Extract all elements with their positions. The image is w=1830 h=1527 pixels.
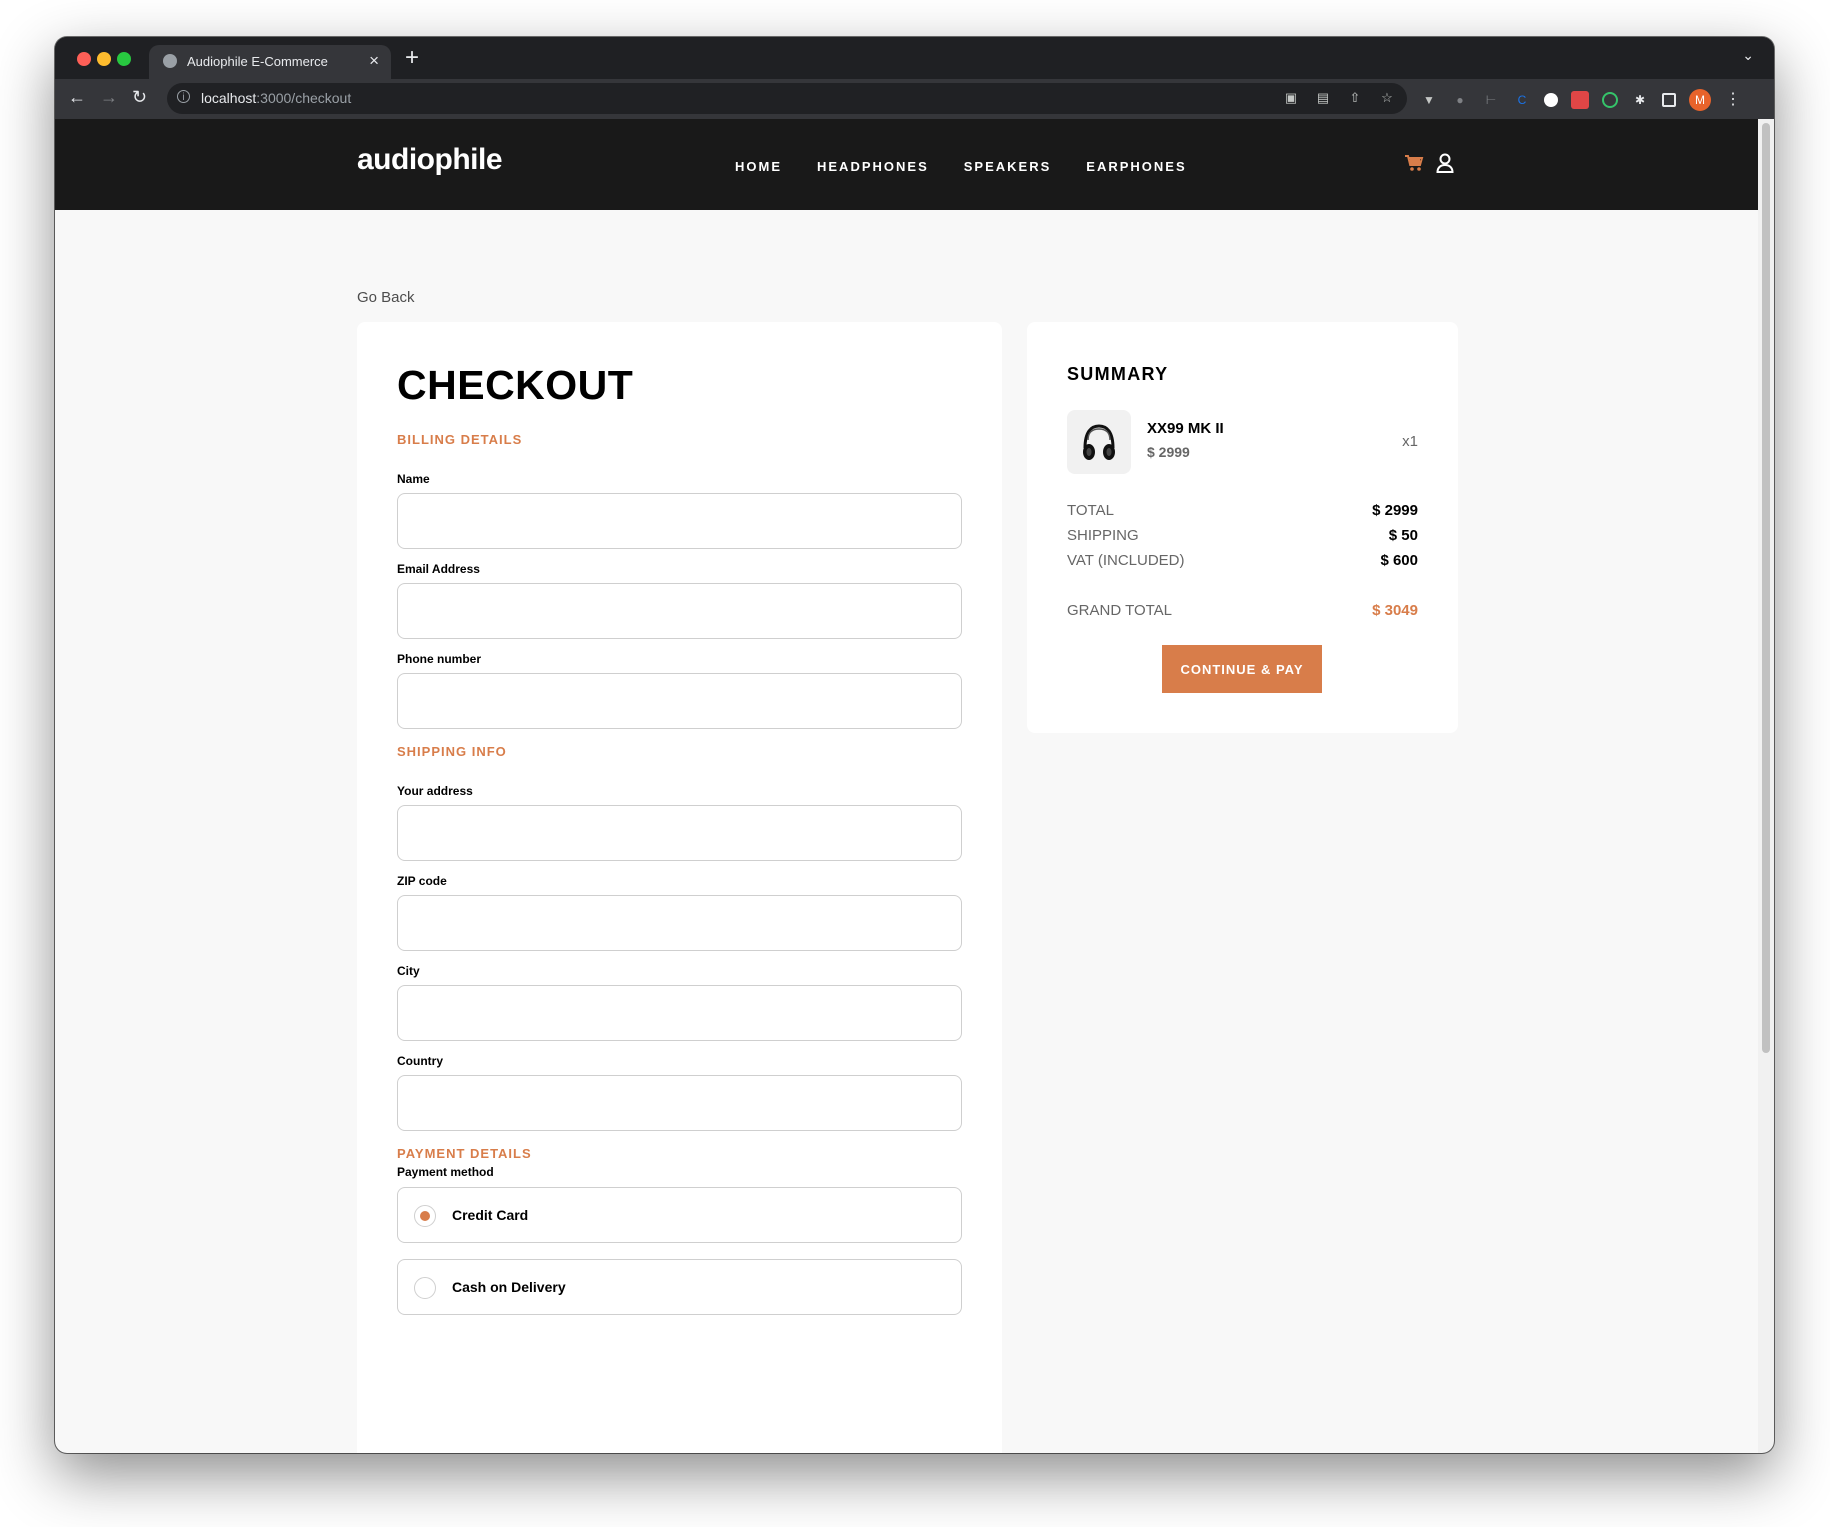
order-summary: SUMMARY XX99 MK II $ 2999 x1 TOTAL $ 299…: [1027, 322, 1458, 733]
tab-search-chevron-icon[interactable]: ⌄: [1742, 47, 1754, 64]
go-back-link[interactable]: Go Back: [357, 289, 415, 306]
zip-label: ZIP code: [397, 874, 447, 888]
red-extension-icon[interactable]: [1571, 91, 1589, 109]
credit-card-label: Credit Card: [452, 1207, 529, 1223]
payment-details-heading: PAYMENT DETAILS: [397, 1146, 532, 1161]
email-label: Email Address: [397, 562, 480, 576]
profile-avatar[interactable]: M: [1689, 89, 1711, 111]
back-arrow-icon[interactable]: ←: [68, 87, 86, 108]
vue-devtools-icon[interactable]: ▼: [1420, 91, 1438, 109]
translate-icon[interactable]: ▣: [1283, 90, 1299, 106]
phone-input[interactable]: [397, 673, 962, 729]
scrollbar-thumb[interactable]: [1762, 123, 1770, 1053]
summary-title: SUMMARY: [1067, 364, 1169, 384]
address-input[interactable]: [397, 805, 962, 861]
phone-label: Phone number: [397, 652, 482, 666]
name-label: Name: [397, 472, 430, 486]
grand-total-value: $ 3049: [1372, 602, 1418, 619]
country-input[interactable]: [397, 1075, 962, 1131]
product-thumbnail: [1067, 410, 1131, 474]
new-tab-button[interactable]: +: [405, 44, 419, 72]
name-input[interactable]: [397, 493, 962, 549]
zip-input[interactable]: [397, 895, 962, 951]
side-panel-icon[interactable]: [1662, 93, 1676, 107]
browser-tab[interactable]: Audiophile E-Commerce ×: [149, 45, 391, 79]
payment-method-label: Payment method: [397, 1165, 494, 1179]
item-price: $ 2999: [1147, 444, 1190, 460]
cart-icon[interactable]: [1404, 154, 1424, 177]
cash-on-delivery-label: Cash on Delivery: [452, 1279, 566, 1295]
c-extension-icon[interactable]: C: [1513, 91, 1531, 109]
shipping-value: $ 50: [1388, 527, 1418, 544]
tab-title: Audiophile E-Commerce: [187, 54, 328, 69]
shipping-label: SHIPPING: [1067, 527, 1139, 544]
user-icon[interactable]: [1436, 153, 1454, 178]
nav-speakers[interactable]: SPEAKERS: [964, 159, 1052, 174]
green-extension-icon[interactable]: [1602, 92, 1618, 108]
extensions-puzzle-icon[interactable]: ✱: [1631, 91, 1649, 109]
item-name: XX99 MK II: [1147, 420, 1224, 437]
vat-value: $ 600: [1380, 552, 1418, 569]
reload-icon[interactable]: ↻: [132, 87, 147, 108]
address-bar[interactable]: i localhost:3000/checkout ▣ ▤ ⇧ ☆: [167, 83, 1407, 114]
browser-toolbar: ← → ↻ i localhost:3000/checkout ▣ ▤ ⇧ ☆ …: [55, 79, 1774, 119]
page-scrollbar[interactable]: [1758, 119, 1774, 1453]
address-label: Your address: [397, 784, 473, 798]
cash-on-delivery-option[interactable]: Cash on Delivery: [397, 1259, 962, 1315]
close-tab-icon[interactable]: ×: [369, 51, 379, 71]
tab-strip: Audiophile E-Commerce × + ⌄: [55, 37, 1774, 79]
site-info-icon[interactable]: i: [177, 90, 190, 103]
checkout-form: CHECKOUT BILLING DETAILS Name Email Addr…: [357, 322, 1002, 1453]
nav-home[interactable]: HOME: [735, 159, 782, 174]
shipping-info-heading: SHIPPING INFO: [397, 744, 507, 759]
credit-card-option[interactable]: Credit Card: [397, 1187, 962, 1243]
browser-window: Audiophile E-Commerce × + ⌄ ← → ↻ i loca…: [55, 37, 1774, 1453]
bookmark-star-icon[interactable]: ☆: [1379, 90, 1395, 106]
continue-and-pay-button[interactable]: CONTINUE & PAY: [1162, 645, 1322, 693]
billing-details-heading: BILLING DETAILS: [397, 432, 523, 447]
share-icon[interactable]: ⇧: [1347, 90, 1363, 106]
forward-arrow-icon[interactable]: →: [100, 87, 118, 108]
checkout-title: CHECKOUT: [397, 362, 634, 408]
grand-total-label: GRAND TOTAL: [1067, 602, 1173, 619]
email-input[interactable]: [397, 583, 962, 639]
headphones-icon: [1083, 424, 1115, 460]
radio-unselected[interactable]: [414, 1277, 436, 1299]
main-nav: HOME HEADPHONES SPEAKERS EARPHONES: [735, 159, 1187, 174]
circle-extension-icon[interactable]: [1544, 93, 1558, 107]
city-label: City: [397, 964, 420, 978]
minimize-window-button[interactable]: [97, 52, 111, 66]
bracket-extension-icon[interactable]: ⊢: [1482, 91, 1500, 109]
card-icon[interactable]: ▤: [1315, 90, 1331, 106]
site-logo[interactable]: audiophile: [357, 143, 503, 177]
robot-extension-icon[interactable]: ●: [1451, 91, 1469, 109]
total-label: TOTAL: [1067, 502, 1114, 519]
country-label: Country: [397, 1054, 443, 1068]
globe-icon: [163, 54, 177, 68]
vat-label: VAT (INCLUDED): [1067, 552, 1185, 569]
nav-headphones[interactable]: HEADPHONES: [817, 159, 929, 174]
city-input[interactable]: [397, 985, 962, 1041]
close-window-button[interactable]: [77, 52, 91, 66]
maximize-window-button[interactable]: [117, 52, 131, 66]
radio-selected[interactable]: [414, 1205, 436, 1227]
url-text: localhost:3000/checkout: [201, 90, 352, 106]
kebab-menu-icon[interactable]: ⋮: [1724, 91, 1742, 109]
nav-earphones[interactable]: EARPHONES: [1086, 159, 1186, 174]
site-header: audiophile HOME HEADPHONES SPEAKERS EARP…: [55, 119, 1758, 210]
item-quantity: x1: [1402, 433, 1418, 450]
page-viewport: audiophile HOME HEADPHONES SPEAKERS EARP…: [55, 119, 1758, 1453]
total-value: $ 2999: [1372, 502, 1418, 519]
